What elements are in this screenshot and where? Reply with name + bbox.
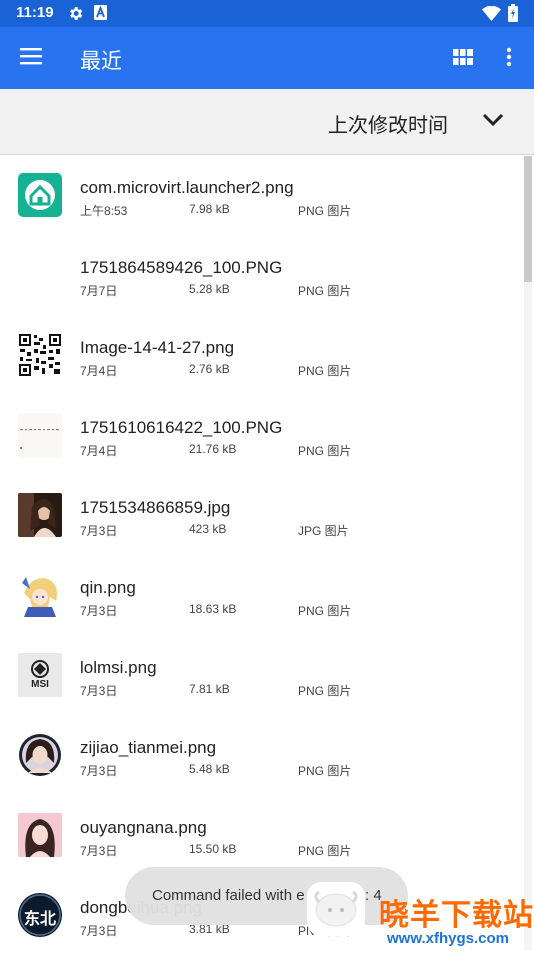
sheep-logo-icon bbox=[307, 882, 365, 936]
launcher-app-icon bbox=[18, 173, 62, 217]
file-size: 18.63 kB bbox=[189, 602, 237, 616]
list-item[interactable]: qin.png 7月3日 18.63 kB PNG 图片 bbox=[0, 556, 524, 636]
file-date: 7月3日 bbox=[80, 604, 118, 618]
file-name: zijiao_tianmei.png bbox=[80, 738, 217, 757]
list-item[interactable]: 1751610616422_100.PNG 7月4日 21.76 kB PNG … bbox=[0, 396, 524, 476]
app-bar: 最近 bbox=[0, 27, 534, 89]
site-watermark: 晓羊下载站 www.xfhygs.com bbox=[307, 882, 534, 950]
list-item[interactable]: com.microvirt.launcher2.png 上午8:53 7.98 … bbox=[0, 156, 524, 236]
file-date: 7月7日 bbox=[80, 284, 118, 298]
toast-text: Command failed with e bbox=[152, 887, 305, 904]
list-scrollbar[interactable] bbox=[524, 156, 532, 950]
file-date: 7月3日 bbox=[80, 524, 118, 538]
list-item[interactable]: 1751534866859.jpg 7月3日 423 kB JPG 图片 bbox=[0, 476, 524, 556]
file-name: Image-14-41-27.png bbox=[80, 338, 235, 357]
error-toast: Command failed with e : 4 bbox=[125, 867, 408, 925]
app-a-icon bbox=[94, 5, 107, 25]
msi-logo-thumbnail: MSI bbox=[18, 653, 62, 697]
dongbei-badge-text: 东北 bbox=[23, 911, 56, 928]
file-size: 5.28 kB bbox=[189, 282, 230, 296]
status-time: 11:19 bbox=[16, 4, 54, 21]
file-size: 7.81 kB bbox=[189, 682, 230, 696]
list-item[interactable]: Image-14-41-27.png 7月4日 2.76 kB PNG 图片 bbox=[0, 316, 524, 396]
file-size: 7.98 kB bbox=[189, 202, 230, 216]
file-date: 7月3日 bbox=[80, 844, 118, 858]
file-type: PNG 图片 bbox=[298, 684, 352, 698]
file-size: 2.76 kB bbox=[189, 362, 230, 376]
watermark-title: 晓羊下载站 bbox=[379, 899, 534, 932]
file-size: 423 kB bbox=[189, 522, 227, 536]
file-date: 7月4日 bbox=[80, 364, 118, 378]
sort-selector[interactable]: 上次修改时间 bbox=[0, 89, 534, 155]
file-name: 1751610616422_100.PNG bbox=[80, 418, 283, 437]
photo-thumbnail bbox=[18, 493, 62, 537]
file-type: PNG 图片 bbox=[298, 844, 352, 858]
grid-view-icon[interactable] bbox=[453, 49, 473, 70]
status-bar: 11:19 bbox=[0, 0, 534, 27]
file-type: PNG 图片 bbox=[298, 604, 352, 618]
sort-label: 上次修改时间 bbox=[328, 115, 448, 137]
file-name: com.microvirt.launcher2.png bbox=[80, 178, 294, 197]
file-type: JPG 图片 bbox=[298, 524, 349, 538]
text-image-thumbnail bbox=[18, 413, 62, 457]
anime-character-thumbnail bbox=[18, 573, 62, 617]
list-item[interactable]: ouyangnana.png 7月3日 15.50 kB PNG 图片 bbox=[0, 796, 524, 876]
file-name: 1751534866859.jpg bbox=[80, 498, 231, 517]
more-options-icon[interactable] bbox=[506, 47, 512, 72]
file-name: 1751864589426_100.PNG bbox=[80, 258, 283, 277]
page-title: 最近 bbox=[80, 50, 122, 73]
file-type: PNG 图片 bbox=[298, 764, 352, 778]
file-size: 21.76 kB bbox=[189, 442, 237, 456]
file-size: 5.48 kB bbox=[189, 762, 230, 776]
menu-icon[interactable] bbox=[20, 47, 42, 70]
file-date: 7月3日 bbox=[80, 684, 118, 698]
file-type: PNG 图片 bbox=[298, 284, 352, 298]
qr-code-thumbnail bbox=[18, 333, 62, 377]
msi-logo-text: MSI bbox=[31, 679, 49, 690]
file-name: lolmsi.png bbox=[80, 658, 157, 677]
file-list: com.microvirt.launcher2.png 上午8:53 7.98 … bbox=[0, 156, 524, 956]
file-date: 7月4日 bbox=[80, 444, 118, 458]
wifi-icon bbox=[482, 5, 501, 26]
file-type: PNG 图片 bbox=[298, 444, 352, 458]
file-name: ouyangnana.png bbox=[80, 818, 207, 837]
file-date: 7月3日 bbox=[80, 924, 118, 938]
settings-gear-icon bbox=[67, 5, 84, 27]
file-date: 上午8:53 bbox=[80, 204, 128, 218]
dongbei-badge-thumbnail: 东北 bbox=[18, 893, 62, 937]
battery-icon bbox=[508, 4, 518, 27]
watermark-url: www.xfhygs.com bbox=[387, 930, 509, 947]
file-date: 7月3日 bbox=[80, 764, 118, 778]
list-item[interactable]: 1751864589426_100.PNG 7月7日 5.28 kB PNG 图… bbox=[0, 236, 524, 316]
list-item[interactable]: MSI lolmsi.png 7月3日 7.81 kB PNG 图片 bbox=[0, 636, 524, 716]
file-type: PNG 图片 bbox=[298, 364, 352, 378]
list-item[interactable]: zijiao_tianmei.png 7月3日 5.48 kB PNG 图片 bbox=[0, 716, 524, 796]
portrait-thumbnail bbox=[18, 813, 62, 857]
file-type: PNG 图片 bbox=[298, 204, 352, 218]
file-name: qin.png bbox=[80, 578, 136, 597]
chevron-down-icon[interactable] bbox=[482, 113, 504, 132]
file-size: 15.50 kB bbox=[189, 842, 237, 856]
portrait-circle-thumbnail bbox=[18, 733, 62, 777]
blank-thumbnail bbox=[18, 253, 62, 297]
scrollbar-thumb[interactable] bbox=[524, 156, 532, 282]
